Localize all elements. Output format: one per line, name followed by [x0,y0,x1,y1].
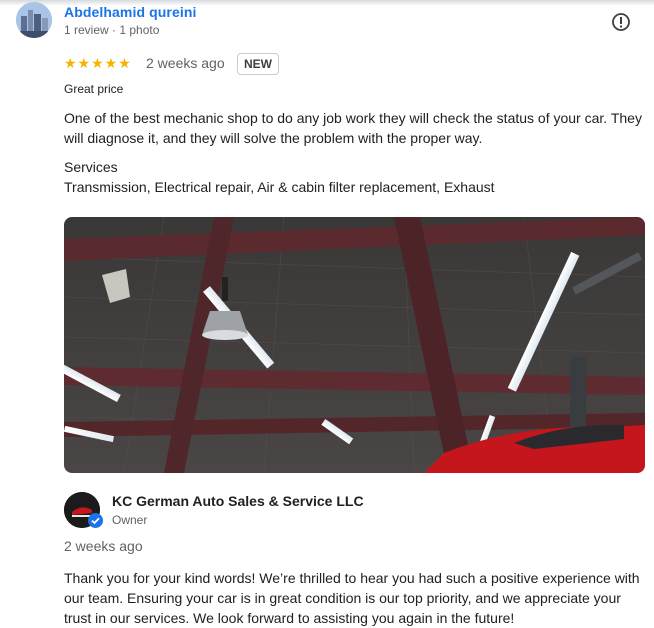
services-heading: Services [64,159,118,175]
star-rating: ★★★★★ [64,55,132,71]
services-list: Transmission, Electrical repair, Air & c… [64,179,495,195]
reply-text: Thank you for your kind words! We’re thr… [64,570,640,626]
review-photo[interactable] [64,217,645,473]
report-icon[interactable] [611,12,631,32]
price-label: Great price [64,82,124,96]
reviewer-avatar[interactable] [16,2,52,38]
reviewer-name[interactable]: Abdelhamid qureini [64,4,196,20]
avatar-photo [16,2,52,38]
review-text: One of the best mechanic shop to do any … [64,110,642,146]
owner-name: KC German Auto Sales & Service LLC [112,493,364,509]
owner-role: Owner [112,513,148,527]
reviewer-meta: 1 review · 1 photo [64,23,160,37]
verified-badge-icon [88,513,103,528]
reply-time: 2 weeks ago [64,538,143,554]
garage-ceiling-photo [64,217,645,473]
review-time: 2 weeks ago [146,55,225,71]
new-badge: NEW [237,53,279,75]
